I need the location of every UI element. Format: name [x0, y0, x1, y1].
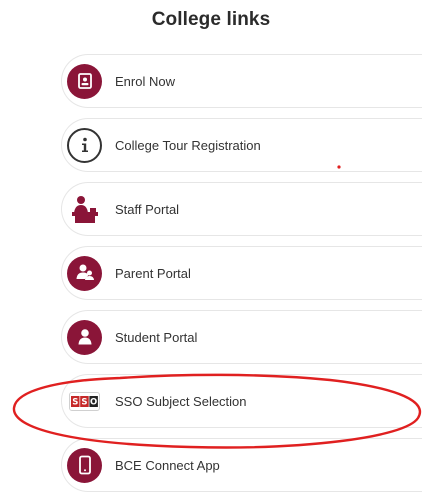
link-parent-portal[interactable]: Parent Portal — [61, 246, 422, 300]
sso-logo-letter: S — [72, 397, 78, 406]
sso-logo-letter: S — [81, 397, 87, 406]
mobile-phone-icon — [67, 447, 102, 483]
page-title: College links — [151, 9, 271, 30]
form-icon — [67, 63, 102, 99]
link-enrol-now[interactable]: Enrol Now — [61, 54, 422, 108]
link-label: Staff Portal — [115, 201, 180, 217]
link-college-tour-registration[interactable]: College Tour Registration — [61, 118, 422, 172]
sso-logo-icon: S S O — [67, 384, 102, 419]
link-label: Enrol Now — [115, 73, 175, 89]
teacher-desk-icon — [67, 192, 102, 227]
link-label: Student Portal — [115, 329, 198, 345]
link-student-portal[interactable]: Student Portal — [61, 310, 422, 364]
parent-child-icon — [67, 255, 102, 291]
info-icon — [67, 127, 102, 163]
sso-logo-letter: O — [90, 397, 97, 406]
link-staff-portal[interactable]: Staff Portal — [61, 182, 422, 236]
link-bce-connect-app[interactable]: BCE Connect App — [61, 438, 422, 492]
link-label: College Tour Registration — [115, 137, 261, 153]
link-sso-subject-selection[interactable]: S S O SSO Subject Selection — [61, 374, 422, 428]
link-label: SSO Subject Selection — [115, 393, 247, 409]
college-links-list: Enrol Now College Tour Registration Staf… — [61, 54, 422, 502]
link-label: Parent Portal — [115, 265, 191, 281]
student-person-icon — [67, 319, 102, 355]
link-label: BCE Connect App — [115, 457, 220, 473]
